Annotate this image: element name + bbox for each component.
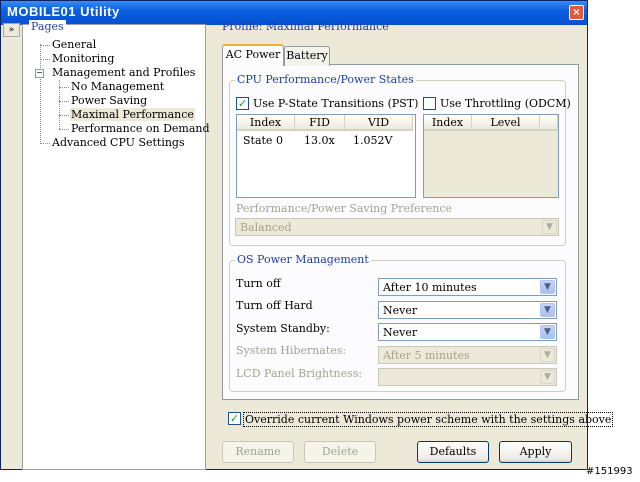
chevron-down-icon[interactable]: ▼ [540,325,555,339]
throttling-label: Use Throttling (ODCM) [440,97,571,110]
chevron-down-icon[interactable]: ▼ [540,280,555,294]
pst-col-fid[interactable]: FID [295,115,345,131]
window-title: MOBILE01 Utility [7,4,120,19]
tree-connector [40,59,50,60]
os-power-legend: OS Power Management [235,253,371,266]
tab-ac-power[interactable]: AC Power [222,44,284,66]
turn-off-value: After 10 minutes [383,281,477,294]
system-hibernates-label: System Hibernates: [236,344,347,357]
pages-legend: Pages [29,20,66,33]
throttling-col-level: Level [472,115,540,131]
chevron-down-icon[interactable]: ▼ [540,303,555,317]
tree-connector [59,87,69,88]
preference-select: Balanced ▼ [235,218,559,236]
system-hibernates-select: After 5 minutes ▼ [378,346,557,364]
throttling-col-index: Index [424,115,472,131]
lcd-brightness-label: LCD Panel Brightness: [236,367,363,380]
chevron-down-icon: ▼ [540,370,555,384]
chevron-down-icon: ▼ [540,348,555,362]
tree-item-advanced-cpu-settings[interactable]: Advanced CPU Settings [52,136,185,149]
tree-connector [40,143,50,144]
tab-label: Battery [286,49,328,62]
apply-button[interactable]: Apply [499,441,572,463]
tree-item-performance-on-demand[interactable]: Performance on Demand [71,122,210,135]
collapse-pages-button[interactable]: » [3,23,20,37]
chevron-down-icon: ▼ [542,220,557,234]
tab-battery[interactable]: Battery [284,46,330,66]
preference-label: Performance/Power Saving Preference [236,202,453,215]
system-standby-select[interactable]: Never ▼ [378,323,557,341]
tree-item-no-management[interactable]: No Management [71,80,164,93]
check-icon: ✓ [237,97,248,110]
turn-off-hard-value: Never [383,304,418,317]
system-standby-label: System Standby: [236,322,330,335]
double-chevron-icon: » [8,25,15,35]
system-hibernates-value: After 5 minutes [383,349,470,362]
lcd-brightness-select: ▼ [378,368,557,386]
minus-icon: − [36,68,43,77]
pst-label: Use P-State Transitions (PST) [253,97,419,110]
throttling-col-spacer [540,115,558,131]
pst-col-index[interactable]: Index [237,115,295,131]
preference-value: Balanced [240,221,292,234]
pst-col-vid[interactable]: VID [345,115,413,131]
tree-item-maximal-performance[interactable]: Maximal Performance [70,108,195,121]
turn-off-select[interactable]: After 10 minutes ▼ [378,278,557,296]
tab-label: AC Power [225,48,281,61]
tree-item-monitoring[interactable]: Monitoring [52,52,114,65]
turn-off-label: Turn off [236,277,281,290]
close-icon: × [572,7,581,18]
pst-row-vid[interactable]: 1.052V [353,134,392,147]
tree-item-management-profiles[interactable]: Management and Profiles [52,66,195,79]
pst-row-fid[interactable]: 13.0x [304,134,335,147]
rename-button: Rename [222,441,294,463]
tree-connector [40,45,50,46]
tree-connector [59,129,69,130]
close-button[interactable]: × [569,5,584,20]
delete-button: Delete [304,441,376,463]
pst-checkbox[interactable]: ✓ [236,97,249,110]
turn-off-hard-label: Turn off Hard [236,299,313,312]
tree-item-general[interactable]: General [52,38,96,51]
check-icon: ✓ [229,412,240,425]
profile-title: Profile: Maximal Performance [222,20,389,33]
override-checkbox[interactable]: ✓ [228,412,241,425]
watermark-id: #151993 [586,466,633,477]
pst-list[interactable]: Index FID VID State 0 13.0x 1.052V [236,114,416,198]
tree-collapse-toggle[interactable]: − [35,69,44,78]
cpu-states-legend: CPU Performance/Power States [235,73,416,86]
throttling-checkbox[interactable] [423,97,436,110]
system-standby-value: Never [383,326,418,339]
tree-connector [59,115,69,116]
tree-connector [59,101,69,102]
pst-row-index[interactable]: State 0 [243,134,283,147]
turn-off-hard-select[interactable]: Never ▼ [378,301,557,319]
override-label[interactable]: Override current Windows power scheme wi… [243,412,614,427]
throttling-list: Index Level [423,114,559,198]
tree-item-power-saving[interactable]: Power Saving [71,94,147,107]
defaults-button[interactable]: Defaults [417,441,489,463]
